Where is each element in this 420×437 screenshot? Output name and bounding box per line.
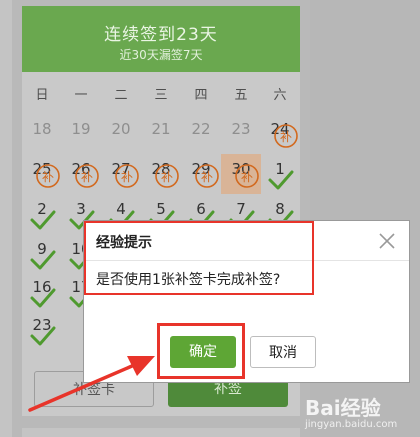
cancel-label: 取消	[269, 345, 297, 361]
resign-stamp-icon: 补	[274, 124, 298, 148]
resign-stamp-icon: 补	[235, 164, 259, 188]
stamp-text: 补	[161, 170, 173, 184]
calendar-day[interactable]: 2	[22, 194, 62, 234]
day-number: 18	[32, 120, 52, 138]
cancel-button[interactable]: 取消	[250, 336, 316, 368]
experience-dialog: 经验提示 是否使用1张补签卡完成补签? 确定 取消	[83, 220, 410, 383]
resign-stamp-icon: 补	[36, 164, 60, 188]
weekday-fri: 五	[234, 88, 248, 103]
missed-days-subtitle: 近30天漏签7天	[119, 48, 203, 62]
calendar-day[interactable]: 23	[22, 310, 62, 350]
calendar-day[interactable]: 29 补	[181, 154, 221, 194]
resign-stamp-icon: 补	[195, 164, 219, 188]
calendar-day[interactable]: 19	[61, 114, 101, 154]
calendar-day[interactable]: 22	[181, 114, 221, 154]
stamp-text: 补	[280, 130, 292, 144]
resign-card-label: 补签卡	[73, 382, 115, 398]
annotation-box-confirm	[157, 323, 245, 379]
checkmark-icon	[30, 210, 56, 230]
checkmark-icon	[30, 326, 56, 346]
watermark-url: jingyan.baidu.com	[305, 419, 398, 430]
day-number: 20	[111, 120, 131, 138]
day-number: 22	[191, 120, 211, 138]
calendar-day[interactable]: 25 补	[22, 154, 62, 194]
day-number: 19	[71, 120, 91, 138]
streak-title: 连续签到23天	[104, 25, 218, 45]
baidu-logo: Bai经验	[305, 396, 381, 420]
calendar-day[interactable]: 21	[141, 114, 181, 154]
weekday-tue: 二	[114, 88, 128, 103]
weekday-sun: 日	[35, 88, 49, 103]
day-number: 23	[231, 120, 251, 138]
checkmark-icon	[30, 250, 56, 270]
calendar-day[interactable]: 9	[22, 234, 62, 274]
checkmark-icon	[30, 288, 56, 308]
checkmark-icon	[268, 170, 294, 190]
weekday-thu: 四	[194, 88, 208, 103]
calendar-day[interactable]: 20	[101, 114, 141, 154]
calendar-day[interactable]: 18	[22, 114, 62, 154]
calendar-day[interactable]: 24 补	[260, 114, 300, 154]
annotation-box-message	[84, 221, 314, 295]
stamp-text: 补	[121, 170, 133, 184]
weekday-sat: 六	[273, 88, 287, 103]
weekday-mon: 一	[74, 88, 88, 103]
stamp-text: 补	[42, 170, 54, 184]
calendar-header: 连续签到23天 近30天漏签7天	[22, 6, 300, 72]
close-icon[interactable]	[375, 229, 399, 253]
weekday-wed: 三	[154, 88, 168, 103]
stamp-text: 补	[201, 170, 213, 184]
baidu-watermark: Bai经验 jingyan.baidu.com	[305, 392, 420, 437]
calendar-day[interactable]: 28 补	[141, 154, 181, 194]
calendar-day[interactable]: 23	[221, 114, 261, 154]
resign-label: 补签	[214, 381, 242, 397]
calendar-day[interactable]: 30 补	[221, 154, 261, 194]
resign-stamp-icon: 补	[115, 164, 139, 188]
resign-stamp-icon: 补	[75, 164, 99, 188]
resign-stamp-icon: 补	[155, 164, 179, 188]
next-card-edge	[22, 428, 300, 437]
day-number: 21	[151, 120, 171, 138]
page-left-margin	[0, 0, 12, 437]
calendar-day[interactable]: 16	[22, 272, 62, 312]
calendar-day[interactable]: 26 补	[61, 154, 101, 194]
stamp-text: 补	[81, 170, 93, 184]
stamp-text: 补	[241, 170, 253, 184]
calendar-day[interactable]: 27 补	[101, 154, 141, 194]
calendar-day[interactable]: 1	[260, 154, 300, 194]
